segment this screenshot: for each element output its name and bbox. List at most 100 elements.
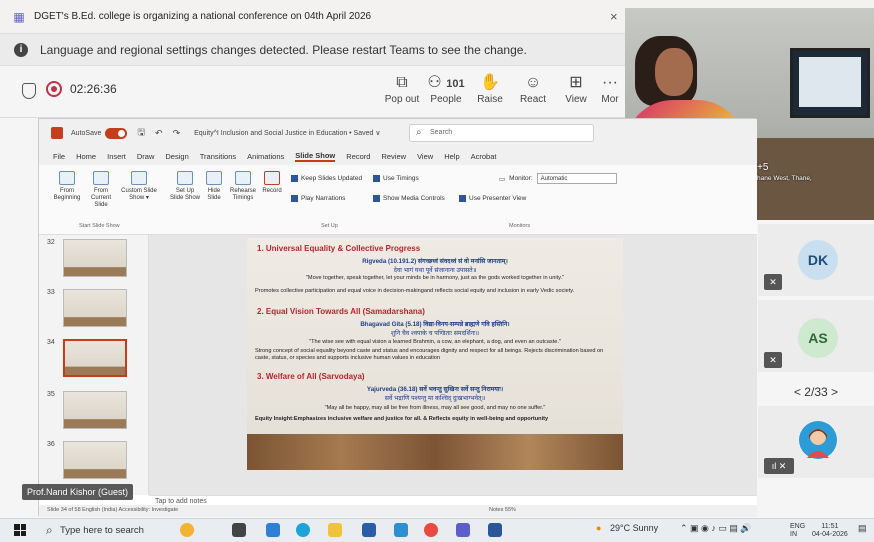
hide-slide-button[interactable]: Hide Slide [201,171,227,202]
keep-updated-label: Keep Slides Updated [301,175,363,182]
taskbar-search[interactable]: Type here to search [44,521,156,540]
status-bar: Slide 34 of 58 English (India) Accessibi… [39,505,757,517]
slide-thumbnail[interactable] [63,441,127,479]
task-view-icon[interactable] [232,523,246,537]
participant-pager[interactable]: < 2/33 > [758,380,874,404]
tab-file[interactable]: File [53,152,65,161]
pop-out-button[interactable]: ⧉ Pop out [380,72,424,105]
checkbox-box [459,195,466,202]
tab-design[interactable]: Design [165,152,188,161]
notification-center-icon[interactable]: ▤ [858,523,867,534]
app-icon[interactable] [394,523,408,537]
show-media-checkbox[interactable]: Show Media Controls [373,195,445,202]
tab-transitions[interactable]: Transitions [200,152,236,161]
tab-help[interactable]: Help [444,152,459,161]
slide-verse-ref-3: Yajurveda (36.18) सर्वे भवन्तु सुखिनः सर… [366,386,504,393]
slide-heading-3: 3. Welfare of All (Sarvodaya) [257,372,365,381]
raise-hand-button[interactable]: ✋ Raise [468,72,512,105]
presenter-view-label: Use Presenter View [469,195,527,202]
show-media-label: Show Media Controls [383,195,445,202]
slide-quote-1: "Move together, speak together, let your… [305,275,565,281]
participant-tile[interactable]: DK ✕ [758,224,874,296]
teams-icon[interactable] [456,523,470,537]
tab-slide-show[interactable]: Slide Show [295,151,336,162]
monitor-dropdown[interactable]: Automatic [536,173,617,184]
store-icon[interactable] [362,523,376,537]
toggle-switch[interactable] [105,127,128,139]
widget-icon[interactable] [180,523,194,537]
use-timings-checkbox[interactable]: Use Timings [373,175,419,182]
file-title[interactable]: Equity^I Inclusion and Social Justice in… [194,129,380,137]
tab-acrobat[interactable]: Acrobat [471,152,497,161]
ppt-search-input[interactable]: Search [409,124,594,142]
slide-thumbnail[interactable] [63,289,127,327]
file-explorer-icon[interactable] [328,523,342,537]
monitor-label: Monitor: [509,175,533,182]
keep-updated-checkbox[interactable]: Keep Slides Updated [291,175,362,182]
guest-label: Prof.Nand Kishor (Guest) [22,484,134,500]
slide-thumbnail[interactable] [63,239,127,277]
custom-show-button[interactable]: Custom Slide Show ▾ [121,171,157,202]
app-icon[interactable] [266,523,280,537]
rehearse-button[interactable]: Rehearse Timings [227,171,259,202]
from-beginning-button[interactable]: From Beginning [51,171,83,202]
more-button[interactable]: ··· Mor [596,72,624,105]
save-icon[interactable]: 🖫 [137,125,145,141]
slide-editor[interactable]: 1. Universal Equality & Collective Progr… [149,235,757,495]
hide-slide-label: Hide Slide [207,188,221,202]
autosave-toggle[interactable]: AutoSave [71,127,128,139]
custom-show-icon [131,171,147,185]
play-narrations-label: Play Narrations [301,195,346,202]
hide-slide-icon [206,171,222,185]
teams-icon: ▦ [13,9,25,24]
slide-canvas[interactable]: 1. Universal Equality & Collective Progr… [247,238,623,470]
recording-icon [46,81,62,97]
group-label-setup: Set Up [321,223,338,229]
tray-icons[interactable]: ⌃ ▣ ◉ ♪ ▭ ▤ 🔊 [680,523,752,534]
undo-icon[interactable]: ↶ [155,128,163,139]
redo-icon[interactable]: ↷ [173,128,181,139]
slide-heading-2: 2. Equal Vision Towards All (Samadarshan… [257,307,425,316]
smiley-icon: ☺ [524,74,542,91]
weather-text[interactable]: 29°C Sunny [610,523,658,533]
tab-view[interactable]: View [417,152,433,161]
play-narrations-checkbox[interactable]: Play Narrations [291,195,345,202]
mic-off-icon: ✕ [764,274,782,290]
video-monitor [790,48,870,118]
tab-record[interactable]: Record [346,152,370,161]
presenter-view-checkbox[interactable]: Use Presenter View [459,195,526,202]
monitor-select[interactable]: ▭ Monitor: Automatic [499,173,617,184]
slide-thumbnail-selected[interactable] [63,339,127,377]
chrome-icon[interactable] [424,523,438,537]
tab-home[interactable]: Home [76,152,96,161]
participant-tile[interactable]: ıl ✕ [758,406,874,478]
group-label-start: Start Slide Show [79,223,120,229]
tab-draw[interactable]: Draw [137,152,155,161]
use-timings-label: Use Timings [383,175,419,182]
raise-label: Raise [477,94,503,105]
language-indicator[interactable]: ENG IN [790,523,805,539]
lang-primary: ENG [790,523,806,530]
tab-review[interactable]: Review [381,152,406,161]
close-icon[interactable]: × [610,9,618,24]
view-button[interactable]: ⊞ View [554,72,598,105]
slide-floor [247,434,623,470]
from-current-button[interactable]: From Current Slide [85,171,117,210]
participant-tile[interactable]: AS ✕ [758,300,874,372]
slide-verse-ref-2: Bhagavad Gita (5.18) विद्या-विनय-सम्पन्न… [360,321,510,328]
windows-start-icon[interactable] [14,524,26,536]
react-button[interactable]: ☺ React [511,72,555,105]
tab-animations[interactable]: Animations [247,152,284,161]
word-icon[interactable] [488,523,502,537]
edge-icon[interactable] [296,523,310,537]
slide-thumbnail[interactable] [63,391,127,429]
lang-secondary: IN [790,531,797,538]
info-icon: i [14,42,28,57]
people-label: People [430,94,462,105]
people-button[interactable]: ⚇ 101 People [424,72,468,105]
custom-show-label: Custom Slide Show ▾ [121,188,157,202]
clock[interactable]: 11:51 04-04-2026 [812,523,848,539]
setup-show-button[interactable]: Set Up Slide Show [169,171,201,202]
record-button[interactable]: Record [259,171,285,195]
tab-insert[interactable]: Insert [107,152,126,161]
